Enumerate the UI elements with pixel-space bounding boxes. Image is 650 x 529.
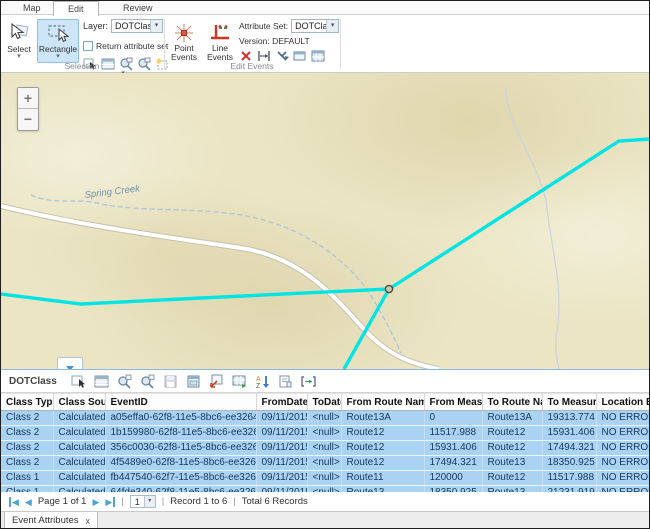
- layer-dropdown-caret-icon[interactable]: ▾: [150, 20, 162, 32]
- edit-events-group-label: Edit Events: [165, 61, 339, 71]
- tab-map[interactable]: Map: [9, 1, 55, 15]
- select-dropdown-caret-icon[interactable]: ▾: [4, 54, 34, 59]
- route-south[interactable]: [344, 289, 389, 369]
- rectangle-dropdown-caret-icon[interactable]: ▾: [38, 54, 78, 59]
- col-from-measure[interactable]: From Measure: [424, 394, 482, 411]
- table-row[interactable]: Class 2Calculated4f5489e0-62f8-11e5-8bc6…: [1, 456, 650, 471]
- previous-page-button[interactable]: ◀: [25, 497, 32, 507]
- close-tab-icon[interactable]: x: [86, 516, 91, 526]
- page-count-text: Page 1 of 1: [38, 496, 87, 507]
- attribute-set-caret-icon[interactable]: ▾: [326, 20, 338, 32]
- return-attribute-set-checkbox[interactable]: [83, 41, 93, 51]
- table-row[interactable]: Class 1Calculatedfb447540-62f7-11e5-8bc6…: [1, 471, 650, 486]
- col-fromdate[interactable]: FromDate: [256, 394, 307, 411]
- ribbon-tab-bar: Map Edit Review: [1, 1, 649, 15]
- export-records-icon[interactable]: [209, 374, 224, 389]
- ribbon: Select ▾ Rectangle ▾ Layer: DOTClass: [1, 16, 649, 73]
- creek-label: Spring Creek: [84, 183, 142, 201]
- table-header-row: Class Type Class Source EventID FromDate…: [1, 394, 650, 411]
- zoom-in-button[interactable]: +: [18, 88, 38, 109]
- col-from-route-name[interactable]: From Route Name: [341, 394, 424, 411]
- attribute-table: Class Type Class Source EventID FromDate…: [1, 393, 650, 501]
- attribute-set-dropdown[interactable]: DOTClass ▾: [291, 19, 339, 33]
- zoom-to-selection-icon[interactable]: [117, 374, 132, 389]
- table-toolbar: DOTClass AZ: [1, 370, 649, 393]
- rectangle-select-icon: [47, 22, 69, 44]
- map-zoom-control: + −: [17, 87, 39, 131]
- col-eventid[interactable]: EventID: [105, 394, 256, 411]
- page-number-caret-icon[interactable]: ▾: [144, 496, 155, 507]
- boundary-line: [506, 87, 559, 369]
- tab-review[interactable]: Review: [109, 1, 167, 15]
- show-records-icon[interactable]: [94, 374, 109, 389]
- col-class-source[interactable]: Class Source: [53, 394, 105, 411]
- col-todate[interactable]: ToDate: [307, 394, 341, 411]
- open-table-icon[interactable]: [186, 374, 201, 389]
- layer-label: Layer:: [83, 21, 108, 31]
- record-range-text: Record 1 to 6: [170, 496, 227, 507]
- layer-dropdown-value: DOTClass: [112, 21, 150, 31]
- table-row[interactable]: Class 2Calculateda05effa0-62f8-11e5-8bc6…: [1, 411, 650, 426]
- point-events-label: Point Events: [168, 44, 200, 62]
- col-class-type[interactable]: Class Type: [1, 394, 53, 411]
- svg-text:Z: Z: [256, 383, 261, 389]
- rectangle-select-button[interactable]: Rectangle ▾: [37, 19, 79, 63]
- next-page-button[interactable]: ▶: [92, 497, 99, 507]
- bottom-tab-strip: Event Attributes x: [1, 511, 649, 529]
- creek-line: [31, 195, 401, 353]
- edit-events-group: Point Events Line Events Attribute Set:: [165, 16, 339, 72]
- selection-group-label: Selection: [1, 61, 163, 71]
- point-events-icon: [173, 22, 195, 44]
- edit-events-fields: Attribute Set: DOTClass ▾ Version: DEFAU…: [239, 19, 339, 63]
- last-page-button[interactable]: ▶: [105, 497, 115, 507]
- page-number-dropdown[interactable]: 1 ▾: [130, 495, 156, 508]
- table-row[interactable]: Class 2Calculated1b159980-62f8-11e5-8bc6…: [1, 426, 650, 441]
- road-casing: [1, 206, 439, 369]
- table-pagination-bar: ◀ ◀ Page 1 of 1 ▶ ▶ | 1 ▾ | Record 1 to …: [1, 492, 649, 511]
- tab-edit[interactable]: Edit: [53, 1, 99, 16]
- event-attributes-tab-label: Event Attributes: [12, 515, 79, 526]
- attribute-set-dropdown-value: DOTClass: [292, 21, 326, 31]
- column-width-icon[interactable]: [301, 374, 316, 389]
- event-attributes-tab[interactable]: Event Attributes x: [4, 512, 98, 529]
- selection-group: Select ▾ Rectangle ▾ Layer: DOTClass: [1, 16, 163, 72]
- event-editor-window: Map Edit Review Select ▾: [0, 0, 650, 529]
- road-line: [1, 206, 439, 369]
- line-events-icon: [209, 22, 231, 44]
- add-to-table-icon[interactable]: [232, 374, 247, 389]
- route-northeast[interactable]: [389, 139, 649, 289]
- svg-text:A: A: [256, 376, 261, 383]
- line-events-label: Line Events: [204, 44, 236, 62]
- map-canvas[interactable]: Spring Creek + −: [1, 73, 649, 369]
- save-icon[interactable]: [163, 374, 178, 389]
- pan-to-selection-icon[interactable]: [140, 374, 155, 389]
- col-to-route-name[interactable]: To Route Name: [482, 394, 542, 411]
- sort-icon[interactable]: AZ: [255, 374, 270, 389]
- select-cursor-icon: [8, 22, 30, 44]
- table-layer-name: DOTClass: [9, 376, 57, 387]
- version-label: Version: DEFAULT: [239, 36, 339, 46]
- table-collapse-tab[interactable]: [57, 357, 83, 369]
- layer-dropdown[interactable]: DOTClass ▾: [111, 19, 163, 33]
- table-row[interactable]: Class 2Calculated356c0030-62f8-11e5-8bc6…: [1, 441, 650, 456]
- page-number-value: 1: [131, 496, 144, 507]
- first-page-button[interactable]: ◀: [9, 497, 19, 507]
- route-junction-marker[interactable]: [385, 285, 392, 292]
- total-records-text: Total 6 Records: [242, 496, 308, 507]
- group-separator: [340, 19, 341, 69]
- notes-icon[interactable]: [278, 374, 293, 389]
- select-records-icon[interactable]: [71, 374, 86, 389]
- return-attribute-set-label: Return attribute set: [96, 41, 168, 51]
- col-to-measure[interactable]: To Measure: [542, 394, 596, 411]
- attribute-set-label: Attribute Set:: [239, 21, 288, 31]
- zoom-out-button[interactable]: −: [18, 109, 38, 130]
- select-tool-button[interactable]: Select ▾: [3, 19, 35, 63]
- col-location-error[interactable]: Location Error: [596, 394, 650, 411]
